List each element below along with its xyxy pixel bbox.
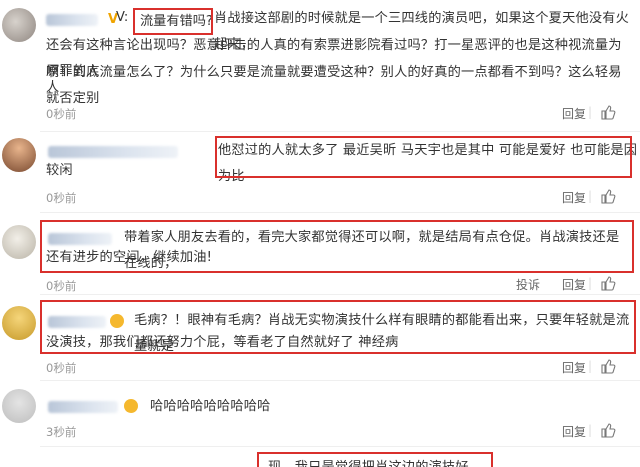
comment-2-line2: 较闲: [46, 163, 73, 178]
username-blurred[interactable]: [48, 316, 106, 328]
comment-4-line2: 没演技，那我们都还努力个屁，等看老了自然就好了 神经病: [46, 335, 399, 350]
username-blurred[interactable]: [48, 233, 112, 245]
divider: [40, 294, 640, 295]
comment-1-line4: 人: [46, 80, 60, 95]
username-blurred[interactable]: [48, 146, 178, 158]
comment-5-time: 3秒前: [46, 425, 77, 439]
reply-button[interactable]: 回复: [562, 423, 586, 440]
like-thumb-icon[interactable]: [600, 188, 616, 204]
comment-4-time: 0秒前: [46, 361, 77, 375]
avatar[interactable]: [2, 225, 36, 259]
username-blurred[interactable]: [48, 401, 118, 413]
smiley-badge-icon: [124, 399, 138, 413]
avatar[interactable]: [2, 306, 36, 340]
separator: |: [588, 423, 593, 437]
avatar[interactable]: [2, 138, 36, 172]
separator: |: [588, 276, 593, 290]
avatar[interactable]: [2, 389, 36, 423]
comment-5: 哈哈哈哈哈哈哈哈哈 3秒前 回复 |: [0, 381, 640, 441]
comment-6: 现，我只是觉得把肖这边的演技好: [0, 447, 640, 467]
comment-1: V V: 流量有错吗? 肖战接这部剧的时候就是一个三四线的演员吧，如果这个夏天他…: [0, 0, 640, 132]
comment-3-time: 0秒前: [46, 279, 77, 293]
avatar[interactable]: [2, 8, 36, 42]
comment-6-line1: 现，我只是觉得把肖这边的演技好: [268, 455, 488, 467]
username-blurred[interactable]: [46, 14, 98, 26]
smiley-badge-icon: [110, 314, 124, 328]
comment-5-line1: 哈哈哈哈哈哈哈哈哈: [150, 399, 271, 414]
comment-4: 毛病？！眼神有毛病？肖战无实物演技什么样有眼睛的都能看出来，只要年轻就是流量就是…: [0, 296, 640, 380]
like-thumb-icon[interactable]: [600, 422, 616, 438]
separator: |: [588, 105, 593, 119]
comment-3: 带着家人朋友去看的，看完大家都觉得还可以啊，就是结局有点仓促。肖战演技还是在线的…: [0, 213, 640, 295]
comment-1-time: 0秒前: [46, 107, 77, 121]
comment-2: 他怼过的人就太多了 最近吴昕 马天宇也是其中 可能是爱好 也可能是因为比 较闲 …: [0, 132, 640, 212]
like-thumb-icon[interactable]: [600, 104, 616, 120]
comment-3-line2: 还有进步的空间，继续加油!: [46, 250, 213, 265]
comment-1-highlight: 流量有错吗?: [140, 14, 213, 29]
comment-1-name-tail: V:: [116, 10, 129, 25]
reply-button[interactable]: 回复: [562, 276, 586, 293]
reply-button[interactable]: 回复: [562, 189, 586, 206]
report-button[interactable]: 投诉: [516, 276, 540, 293]
comment-2-time: 0秒前: [46, 191, 77, 205]
reply-button[interactable]: 回复: [562, 359, 586, 376]
like-thumb-icon[interactable]: [600, 275, 616, 291]
reply-button[interactable]: 回复: [562, 105, 586, 122]
separator: |: [588, 359, 593, 373]
separator: |: [588, 189, 593, 203]
like-thumb-icon[interactable]: [600, 358, 616, 374]
